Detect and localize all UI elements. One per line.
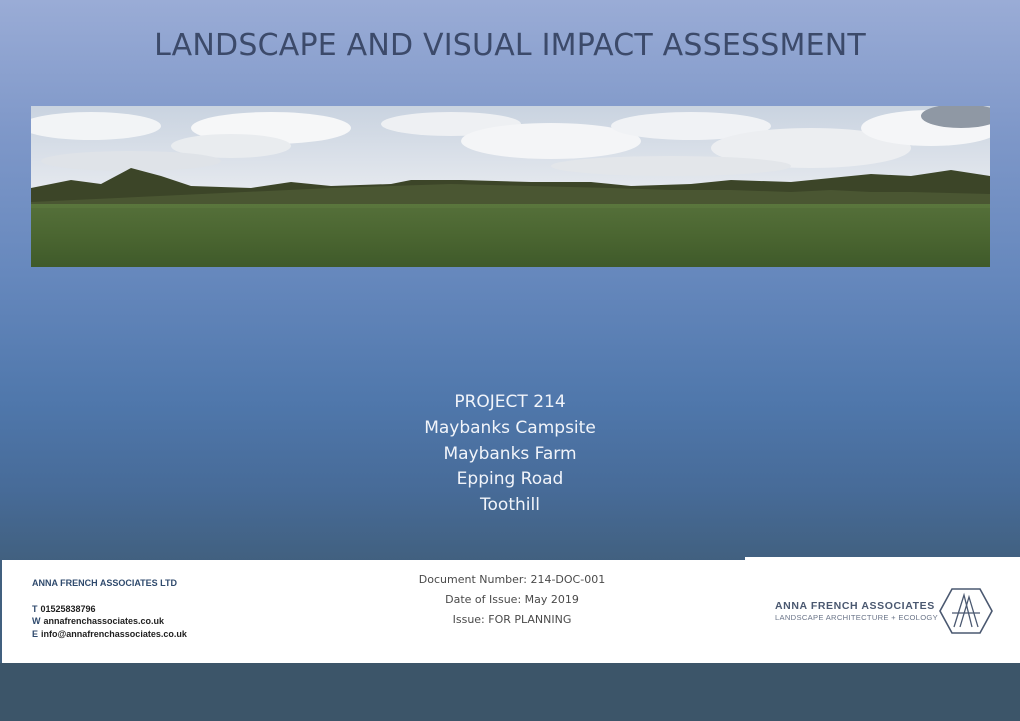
brand-tagline: LANDSCAPE ARCHITECTURE + ECOLOGY [775,613,938,622]
project-locality: Toothill [480,495,540,516]
date-of-issue: Date of Issue: May 2019 [445,593,579,606]
landscape-photo [31,106,990,267]
document-number: Document Number: 214-DOC-001 [418,573,606,586]
bottom-band [0,663,1020,721]
project-number: PROJECT 214 [454,392,566,412]
contact-website-value[interactable]: annafrenchassociates.co.uk [44,616,165,626]
project-farm: Maybanks Farm [443,443,577,464]
contact-phone: T 01525838796 [32,604,96,614]
cover-page: LANDSCAPE AND VISUAL IMPACT ASSESSMENT P… [0,0,1020,721]
contact-email: Einfo@annafrenchassociates.co.uk [32,629,187,639]
contact-phone-key: T [32,604,38,614]
contact-email-key: E [32,629,39,639]
project-details: PROJECT 214 Maybanks Campsite Maybanks F… [0,390,1020,519]
project-road: Epping Road [456,469,564,490]
project-site: Maybanks Campsite [424,417,596,438]
brand-name: ANNA FRENCH ASSOCIATES [775,600,935,612]
contact-website: Wannafrenchassociates.co.uk [32,616,164,626]
contact-website-key: W [32,616,41,626]
issue-status: Issue: FOR PLANNING [452,613,572,626]
contact-phone-value[interactable]: 01525838796 [41,604,96,614]
contact-email-value[interactable]: info@annafrenchassociates.co.uk [41,629,187,639]
hexagon-aa-monogram-icon [939,588,993,634]
footer-panel: ANNA FRENCH ASSOCIATES LTD T 01525838796 … [2,560,1020,663]
page-title: LANDSCAPE AND VISUAL IMPACT ASSESSMENT [154,28,866,63]
company-name: ANNA FRENCH ASSOCIATES LTD [32,578,177,588]
